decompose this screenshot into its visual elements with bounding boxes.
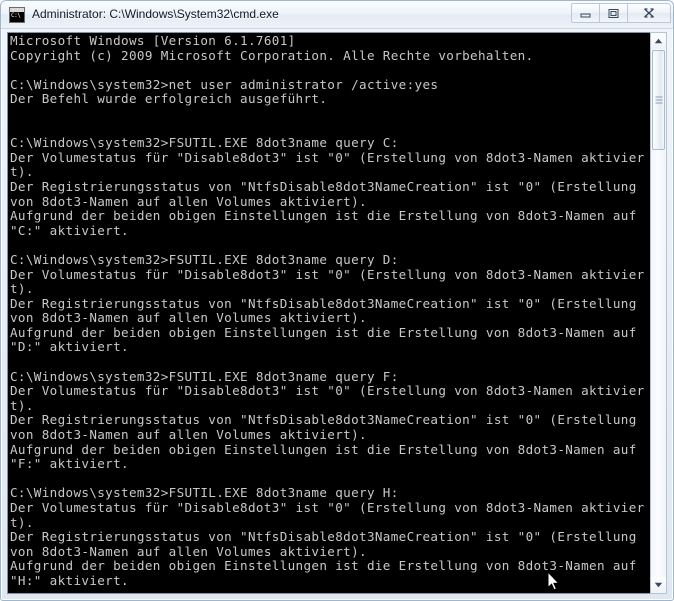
console-line: von 8dot3-Namen auf allen Volumes aktivi… [10, 310, 367, 326]
close-icon [644, 8, 654, 18]
scroll-down-button[interactable] [651, 577, 666, 593]
console-text: Microsoft Windows [Version 6.1.7601] Copy… [10, 33, 650, 593]
console-line: "H:" aktiviert. [10, 572, 129, 588]
console-line: Aufgrund der beiden obigen Einstellungen… [10, 441, 637, 457]
console-line: Copyright (c) 2009 Microsoft Corporation… [10, 47, 534, 63]
console-line: Der Befehl wurde erfolgreich ausgeführt. [10, 91, 328, 107]
console-line: Aufgrund der beiden obigen Einstellungen… [10, 324, 637, 340]
console-line: Der Registrierungsstatus von "NtfsDisabl… [10, 529, 637, 545]
cmd-icon: C:\ [9, 7, 25, 23]
cmd-icon-prompt: C:\ [11, 12, 21, 19]
close-button[interactable] [627, 3, 671, 23]
maximize-icon [608, 8, 619, 18]
console-line: Aufgrund der beiden obigen Einstellungen… [10, 558, 637, 574]
console-output-area[interactable]: Microsoft Windows [Version 6.1.7601] Copy… [7, 32, 653, 594]
minimize-icon [580, 13, 591, 17]
console-line: C:\Windows\system32>net user administrat… [10, 76, 439, 92]
console-line: "C:" aktiviert. [10, 222, 129, 238]
console-line: Der Volumestatus für "Disable8dot3" ist … [10, 500, 645, 515]
console-line: von 8dot3-Namen auf allen Volumes aktivi… [10, 193, 367, 209]
title-bar[interactable]: C:\ Administrator: C:\Windows\System32\c… [1, 1, 673, 29]
window-title: Administrator: C:\Windows\System32\cmd.e… [32, 7, 279, 21]
console-line: Der Volumestatus für "Disable8dot3" ist … [10, 149, 645, 165]
console-line: t). [10, 164, 34, 180]
console-line: "F:" aktiviert. [10, 456, 129, 472]
maximize-button[interactable] [599, 3, 628, 23]
console-line: C:\Windows\system32>FSUTIL.EXE 8dot3name… [10, 368, 399, 384]
vertical-scrollbar[interactable] [650, 32, 667, 594]
cmd-window: C:\ Administrator: C:\Windows\System32\c… [0, 0, 674, 601]
chevron-down-icon [654, 582, 663, 588]
chevron-up-icon [654, 38, 663, 44]
console-line: Der Registrierungsstatus von "NtfsDisabl… [10, 295, 637, 311]
console-line: C:\Windows\system32>FSUTIL.EXE 8dot3name… [10, 135, 399, 151]
window-controls [571, 3, 671, 23]
console-line: "D:" aktiviert. [10, 339, 129, 355]
console-line: Der Registrierungsstatus von "NtfsDisabl… [10, 178, 637, 194]
console-line: Microsoft Windows [Version 6.1.7601] [10, 33, 296, 48]
scroll-up-button[interactable] [651, 33, 666, 49]
console-line: t). [10, 397, 34, 413]
console-line: Der Registrierungsstatus von "NtfsDisabl… [10, 412, 637, 428]
console-line: t). [10, 514, 34, 530]
console-line: C:\Windows\system32>FSUTIL.EXE 8dot3name… [10, 251, 399, 267]
scrollbar-grip-icon [655, 96, 662, 104]
console-line: von 8dot3-Namen auf allen Volumes aktivi… [10, 543, 367, 559]
console-line: Der Volumestatus für "Disable8dot3" ist … [10, 266, 645, 282]
console-line: C:\Windows\system32>FSUTIL.EXE 8dot3name… [10, 485, 399, 501]
console-line: Der Volumestatus für "Disable8dot3" ist … [10, 383, 645, 399]
console-line: von 8dot3-Namen auf allen Volumes aktivi… [10, 427, 367, 443]
console-line: Aufgrund der beiden obigen Einstellungen… [10, 208, 637, 224]
minimize-button[interactable] [571, 3, 600, 23]
scrollbar-thumb[interactable] [652, 50, 665, 150]
console-line: t). [10, 281, 34, 297]
